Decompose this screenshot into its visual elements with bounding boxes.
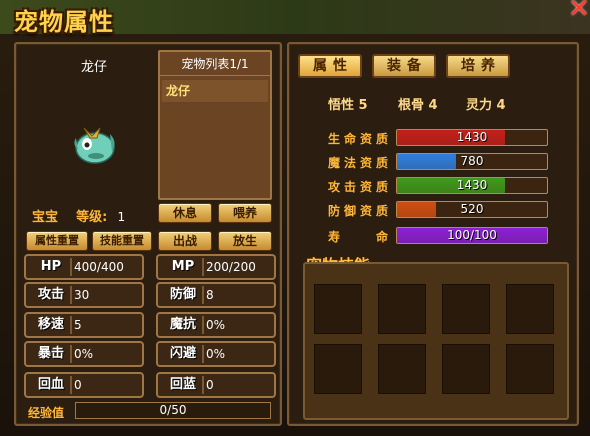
pet-tag: 宝宝: [32, 210, 59, 225]
stat-value: 5: [74, 318, 82, 332]
stat-label: HP: [40, 259, 62, 274]
exp-value: 0/50: [159, 403, 187, 417]
stat-divider: [202, 316, 204, 334]
aptitude-bar: 1430: [396, 177, 548, 194]
skill-slot[interactable]: [378, 284, 426, 334]
aptitude-bar: 1430: [396, 129, 548, 146]
aptitude-row: 魔法资质 780: [300, 153, 550, 171]
stat-label: 魔抗: [169, 317, 196, 332]
level-value: 1: [117, 210, 126, 224]
stat-value: 30: [74, 288, 90, 302]
exp-bar: 0/50: [75, 402, 271, 419]
stat-value: 200/200: [206, 260, 256, 274]
skill-slot[interactable]: [506, 344, 554, 394]
aptitude-value: 780: [460, 154, 484, 168]
stat-attack: 攻击 30: [24, 282, 144, 308]
tab-equipment[interactable]: 装备: [372, 54, 436, 78]
stat-label: 闪避: [169, 346, 196, 361]
stat-label: 移速: [37, 317, 64, 332]
aptitude-bar: 780: [396, 153, 548, 170]
reset-attr-button[interactable]: 属性重置: [26, 231, 88, 251]
stat-divider: [202, 286, 204, 304]
stat-label: MP: [171, 259, 195, 274]
aptitude-value: 1430: [456, 130, 488, 144]
aptitude-label: 魔法资质: [328, 156, 388, 170]
pet-list: 宠物列表1/1 龙仔: [158, 50, 272, 200]
stat-value: 400/400: [74, 260, 124, 274]
stat-label: 攻击: [37, 287, 64, 302]
skill-slot[interactable]: [442, 284, 490, 334]
stat-speed: 移速 5: [24, 312, 144, 338]
aptitude-row: 寿命 100/100: [300, 227, 550, 245]
stat-divider: [70, 286, 72, 304]
attr-comprehension: 悟性 5: [328, 98, 368, 113]
aptitude-label: 防御资质: [328, 204, 388, 218]
close-icon[interactable]: ✕: [566, 0, 590, 22]
pet-list-item[interactable]: 龙仔: [162, 80, 268, 102]
tab-training[interactable]: 培养: [446, 54, 510, 78]
aptitude-bar: 100/100: [396, 227, 548, 244]
aptitude-label: 生命资质: [328, 132, 388, 146]
stat-value: 0%: [206, 318, 226, 332]
skill-slot[interactable]: [378, 344, 426, 394]
stat-hp-regen: 回血 0: [24, 372, 144, 398]
aptitude-row: 生命资质 1430: [300, 129, 550, 147]
stat-mp-regen: 回蓝 0: [156, 372, 276, 398]
level-row: 宝宝 等级: 1: [32, 206, 125, 225]
aptitude-label: 攻击资质: [328, 180, 388, 194]
skill-slot[interactable]: [442, 344, 490, 394]
stat-divider: [202, 258, 204, 276]
stat-dodge: 闪避 0%: [156, 341, 276, 367]
attr-spirit: 灵力 4: [466, 98, 506, 113]
stat-label: 暴击: [37, 346, 64, 361]
stat-value: 0%: [74, 347, 94, 361]
stat-divider: [70, 258, 72, 276]
skill-slot[interactable]: [506, 284, 554, 334]
pet-list-header: 宠物列表1/1: [160, 52, 270, 76]
stat-defense: 防御 8: [156, 282, 276, 308]
fight-button[interactable]: 出战: [158, 231, 212, 251]
stat-divider: [70, 376, 72, 394]
stat-crit: 暴击 0%: [24, 341, 144, 367]
release-button[interactable]: 放生: [218, 231, 272, 251]
skill-slot[interactable]: [314, 284, 362, 334]
stat-label: 回蓝: [169, 377, 196, 392]
stat-mp: MP 200/200: [156, 254, 276, 280]
pet-name: 龙仔: [80, 60, 107, 75]
stat-label: 防御: [169, 287, 196, 302]
aptitude-row: 防御资质 520: [300, 201, 550, 219]
stat-value: 0: [74, 378, 82, 392]
aptitude-value: 1430: [456, 178, 488, 192]
pet-sprite-icon: [74, 127, 115, 164]
stat-divider: [202, 376, 204, 394]
skill-slot[interactable]: [314, 344, 362, 394]
aptitude-value: 520: [460, 202, 484, 216]
stat-magic-resist: 魔抗 0%: [156, 312, 276, 338]
aptitude-row: 攻击资质 1430: [300, 177, 550, 195]
reset-skill-button[interactable]: 技能重置: [92, 231, 152, 251]
stat-label: 回血: [37, 377, 64, 392]
stat-divider: [70, 345, 72, 363]
exp-label: 经验值: [28, 406, 65, 420]
aptitude-bar: 520: [396, 201, 548, 218]
aptitude-value: 100/100: [447, 228, 497, 242]
rest-button[interactable]: 休息: [158, 203, 212, 223]
level-label: 等级:: [76, 210, 108, 225]
attr-bone: 根骨 4: [398, 98, 438, 113]
stat-hp: HP 400/400: [24, 254, 144, 280]
stat-value: 0: [206, 378, 214, 392]
stat-divider: [70, 316, 72, 334]
tab-attributes[interactable]: 属性: [298, 54, 362, 78]
feed-button[interactable]: 喂养: [218, 203, 272, 223]
stat-value: 8: [206, 288, 214, 302]
aptitude-label: 寿命: [328, 230, 388, 244]
stat-value: 0%: [206, 347, 226, 361]
window-title: 宠物属性: [14, 8, 114, 36]
stat-divider: [202, 345, 204, 363]
